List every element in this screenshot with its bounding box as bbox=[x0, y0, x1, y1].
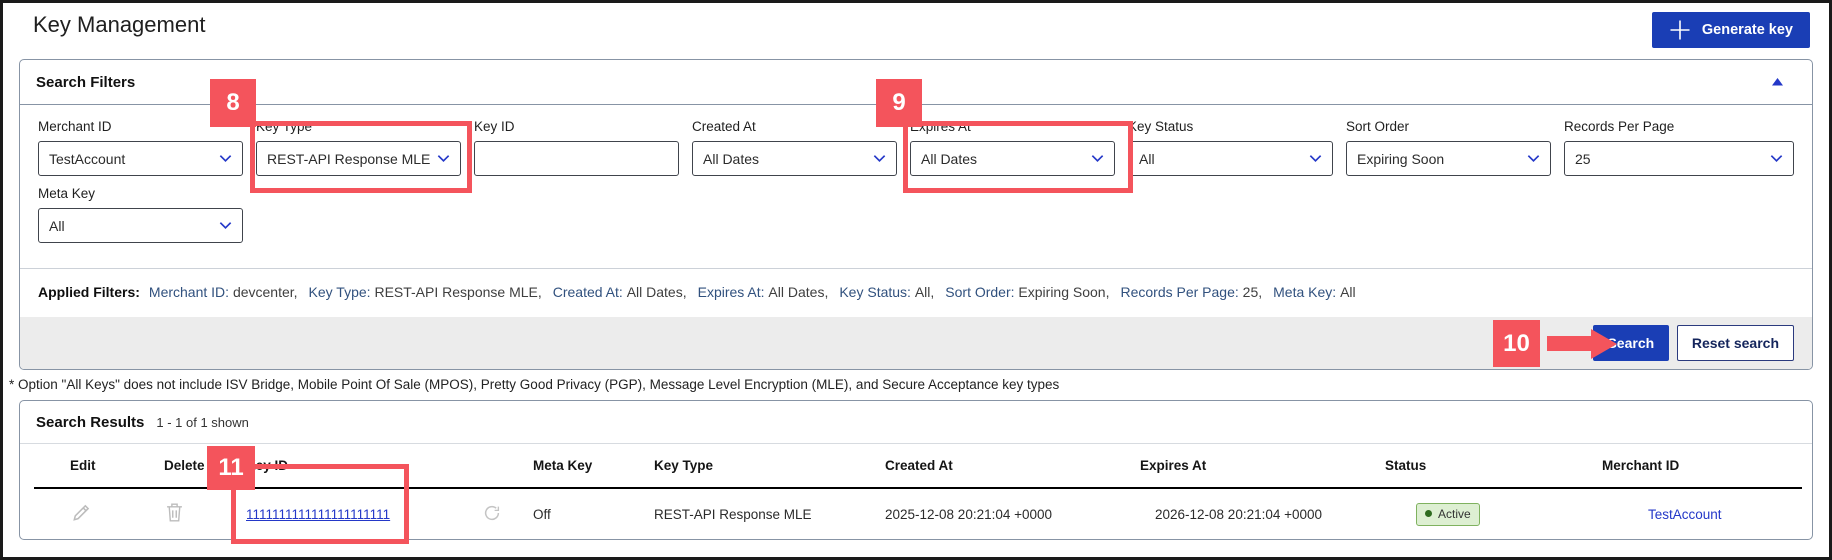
key-type-cell: REST-API Response MLE bbox=[654, 506, 812, 522]
callout-11: 11 bbox=[207, 446, 255, 490]
applied-filter-item: Key TypeREST-API Response MLE bbox=[309, 284, 542, 300]
filter-actions-bar: Search Reset search bbox=[20, 317, 1812, 369]
chevron-down-icon bbox=[872, 151, 887, 166]
refresh-icon[interactable] bbox=[483, 504, 501, 522]
column-header-meta-key: Meta Key bbox=[533, 458, 593, 473]
search-filters-title: Search Filters bbox=[36, 73, 136, 91]
generate-key-label: Generate key bbox=[1701, 22, 1793, 38]
sort-order-select[interactable]: Expiring Soon bbox=[1346, 141, 1551, 176]
collapse-icon[interactable] bbox=[1771, 77, 1784, 87]
created-at-value: All Dates bbox=[703, 150, 760, 167]
chevron-down-icon bbox=[218, 218, 233, 233]
column-header-key-id: Key ID bbox=[246, 458, 289, 473]
sort-order-value: Expiring Soon bbox=[1357, 150, 1445, 167]
column-header-merchant-id: Merchant ID bbox=[1602, 458, 1680, 473]
meta-key-label: Meta Key bbox=[38, 186, 96, 201]
key-status-select[interactable]: All bbox=[1128, 141, 1333, 176]
applied-filter-item: Key StatusAll bbox=[839, 284, 934, 300]
created-at-field: Created At All Dates bbox=[692, 119, 897, 176]
key-type-label: Key Type bbox=[256, 119, 313, 134]
search-results-title: Search Results bbox=[36, 414, 145, 431]
expires-at-value: All Dates bbox=[921, 150, 978, 167]
created-at-label: Created At bbox=[692, 119, 756, 134]
column-header-status: Status bbox=[1385, 458, 1427, 473]
column-header-expires-at: Expires At bbox=[1140, 458, 1207, 473]
generate-key-button[interactable]: Generate key bbox=[1651, 12, 1810, 48]
filter-row-2: Meta Key All bbox=[38, 186, 1794, 243]
expires-at-cell: 2026-12-08 20:21:04 +0000 bbox=[1155, 506, 1323, 522]
merchant-id-field: Merchant ID TestAccount bbox=[38, 119, 243, 176]
chevron-down-icon bbox=[1308, 151, 1323, 166]
key-management-page: Key Management Generate key Search Filte… bbox=[0, 0, 1832, 560]
applied-filters: Applied Filters: Merchant IDdevcenter Key … bbox=[20, 269, 1812, 317]
records-per-page-field: Records Per Page 25 bbox=[1564, 119, 1794, 176]
records-per-page-label: Records Per Page bbox=[1564, 119, 1675, 134]
arrow-head-icon bbox=[1591, 329, 1617, 359]
reset-search-button[interactable]: Reset search bbox=[1676, 325, 1794, 361]
records-per-page-value: 25 bbox=[1575, 150, 1591, 167]
callout-10: 10 bbox=[1493, 320, 1540, 367]
chevron-down-icon bbox=[218, 151, 233, 166]
expires-at-label: Expires At bbox=[910, 119, 971, 134]
chevron-down-icon bbox=[436, 151, 451, 166]
edit-button[interactable] bbox=[70, 501, 93, 524]
applied-filter-item: Merchant IDdevcenter bbox=[149, 284, 298, 300]
key-status-value: All bbox=[1139, 150, 1155, 167]
search-results-panel: Search Results 1 - 1 of 1 shown Edit Del… bbox=[19, 400, 1813, 540]
key-id-link[interactable]: 1111111111111111111111 bbox=[246, 507, 390, 522]
column-header-edit: Edit bbox=[70, 458, 96, 473]
sort-order-label: Sort Order bbox=[1346, 119, 1410, 134]
search-results-count: 1 - 1 of 1 shown bbox=[156, 415, 249, 430]
table-row: 1111111111111111111111 Off REST-API Resp… bbox=[20, 489, 1812, 539]
column-header-created-at: Created At bbox=[885, 458, 953, 473]
applied-filter-item: Records Per Page25 bbox=[1120, 284, 1262, 300]
pencil-icon bbox=[70, 501, 93, 524]
trash-icon bbox=[164, 501, 185, 524]
key-type-field: Key Type REST-API Response MLE bbox=[256, 119, 461, 176]
key-type-value: REST-API Response MLE bbox=[267, 150, 431, 167]
chevron-down-icon bbox=[1769, 151, 1784, 166]
applied-filter-item: Created AtAll Dates bbox=[553, 284, 687, 300]
page-title: Key Management bbox=[33, 12, 206, 37]
created-at-cell: 2025-12-08 20:21:04 +0000 bbox=[885, 506, 1053, 522]
applied-filters-label: Applied Filters: bbox=[38, 284, 140, 300]
status-dot-icon bbox=[1425, 510, 1432, 517]
key-type-select[interactable]: REST-API Response MLE bbox=[256, 141, 461, 176]
column-header-key-type: Key Type bbox=[654, 458, 714, 473]
records-per-page-select[interactable]: 25 bbox=[1564, 141, 1794, 176]
key-id-label: Key ID bbox=[474, 119, 515, 134]
applied-filter-item: Meta KeyAll bbox=[1273, 284, 1355, 300]
key-id-input[interactable] bbox=[474, 141, 679, 176]
expires-at-select[interactable]: All Dates bbox=[910, 141, 1115, 176]
title-bar: Key Management Generate key bbox=[3, 3, 1829, 59]
merchant-id-value: TestAccount bbox=[49, 150, 126, 167]
delete-button[interactable] bbox=[164, 501, 185, 524]
applied-filter-item: Sort OrderExpiring Soon bbox=[945, 284, 1109, 300]
created-at-select[interactable]: All Dates bbox=[692, 141, 897, 176]
merchant-id-select[interactable]: TestAccount bbox=[38, 141, 243, 176]
callout-9: 9 bbox=[876, 79, 922, 127]
expires-at-field: Expires At All Dates bbox=[910, 119, 1115, 176]
chevron-down-icon bbox=[1090, 151, 1105, 166]
search-results-header: Search Results 1 - 1 of 1 shown bbox=[20, 401, 1812, 444]
sort-order-field: Sort Order Expiring Soon bbox=[1346, 119, 1551, 176]
merchant-id-link[interactable]: TestAccount bbox=[1648, 507, 1722, 522]
meta-key-cell: Off bbox=[533, 506, 551, 522]
status-badge: Active bbox=[1416, 502, 1480, 526]
results-table-header: Edit Delete Key ID Meta Key Key Type Cre… bbox=[34, 444, 1802, 489]
meta-key-select[interactable]: All bbox=[38, 208, 243, 243]
meta-key-value: All bbox=[49, 217, 65, 234]
arrow-icon bbox=[1547, 336, 1593, 351]
callout-8: 8 bbox=[210, 79, 256, 127]
all-keys-footnote: * Option "All Keys" does not include ISV… bbox=[9, 377, 1060, 392]
key-status-label: Key Status bbox=[1128, 119, 1194, 134]
status-label: Active bbox=[1438, 506, 1471, 521]
filter-row-1: Merchant ID TestAccount Key Type REST-AP… bbox=[38, 119, 1794, 176]
key-status-field: Key Status All bbox=[1128, 119, 1333, 176]
applied-filter-item: Expires AtAll Dates bbox=[698, 284, 829, 300]
chevron-down-icon bbox=[1526, 151, 1541, 166]
meta-key-field: Meta Key All bbox=[38, 186, 243, 243]
key-id-field: Key ID bbox=[474, 119, 679, 176]
plus-icon bbox=[1669, 19, 1691, 41]
